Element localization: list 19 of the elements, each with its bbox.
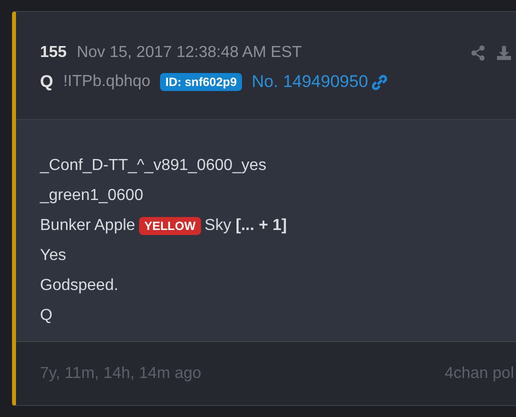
post-text: Yes: [40, 247, 66, 265]
post-text: Godspeed.: [40, 277, 118, 295]
tripcode: !ITPb.qbhqo: [63, 73, 150, 91]
share-icon[interactable]: [470, 45, 486, 61]
post-text: _green1_0600: [40, 187, 144, 205]
post-source: 4chan pol: [444, 364, 515, 382]
link-icon[interactable]: [371, 74, 388, 90]
post-text: Bunker Apple: [40, 217, 136, 235]
post-text: Q: [40, 307, 52, 325]
post-number-link[interactable]: No. 149490950: [252, 72, 368, 92]
post-text: _Conf_D-TT_^_v891_0600_yes: [40, 157, 266, 175]
id-badge: ID: snf602p9: [160, 73, 242, 91]
download-icon[interactable]: [496, 45, 512, 61]
highlight-tag: YELLOW: [139, 217, 201, 235]
post-date: Nov 15, 2017 12:38:48 AM EST: [76, 44, 302, 62]
post-number: 155: [40, 44, 67, 62]
poster-name: Q: [40, 72, 54, 92]
post-age: 7y, 11m, 14h, 14m ago: [40, 364, 202, 382]
post-text: Sky [... + 1]: [204, 217, 287, 235]
